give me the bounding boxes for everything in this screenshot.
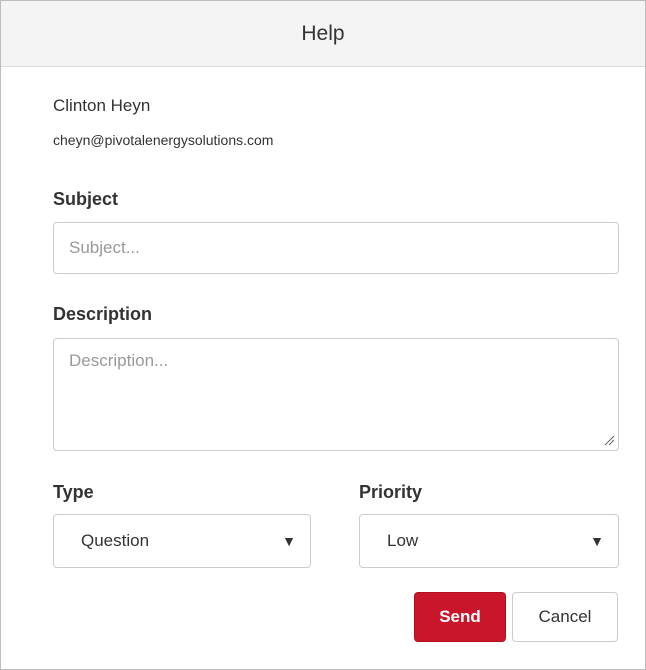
type-select[interactable]: Question ▼ — [53, 514, 311, 568]
dropdown-caret-icon: ▼ — [590, 533, 604, 549]
user-name: Clinton Heyn — [53, 96, 151, 115]
resize-handle-icon[interactable] — [603, 434, 615, 446]
subject-label: Subject — [53, 189, 119, 209]
type-selected-value: Question — [81, 531, 150, 550]
cancel-button[interactable]: Cancel — [512, 592, 618, 642]
dialog-title: Help — [301, 21, 345, 45]
user-email: cheyn@pivotalenergysolutions.com — [53, 132, 274, 148]
priority-label: Priority — [359, 482, 423, 502]
help-dialog: Help Clinton Heyn cheyn@pivotalenergysol… — [0, 0, 646, 670]
subject-input[interactable] — [53, 222, 619, 274]
description-label: Description — [53, 304, 153, 324]
priority-selected-value: Low — [387, 531, 419, 550]
description-textarea[interactable] — [53, 338, 619, 451]
send-button[interactable]: Send — [414, 592, 506, 642]
priority-select[interactable]: Low ▼ — [359, 514, 619, 568]
dialog-header: Help — [1, 1, 645, 67]
dropdown-caret-icon: ▼ — [282, 533, 296, 549]
type-label: Type — [53, 482, 94, 502]
